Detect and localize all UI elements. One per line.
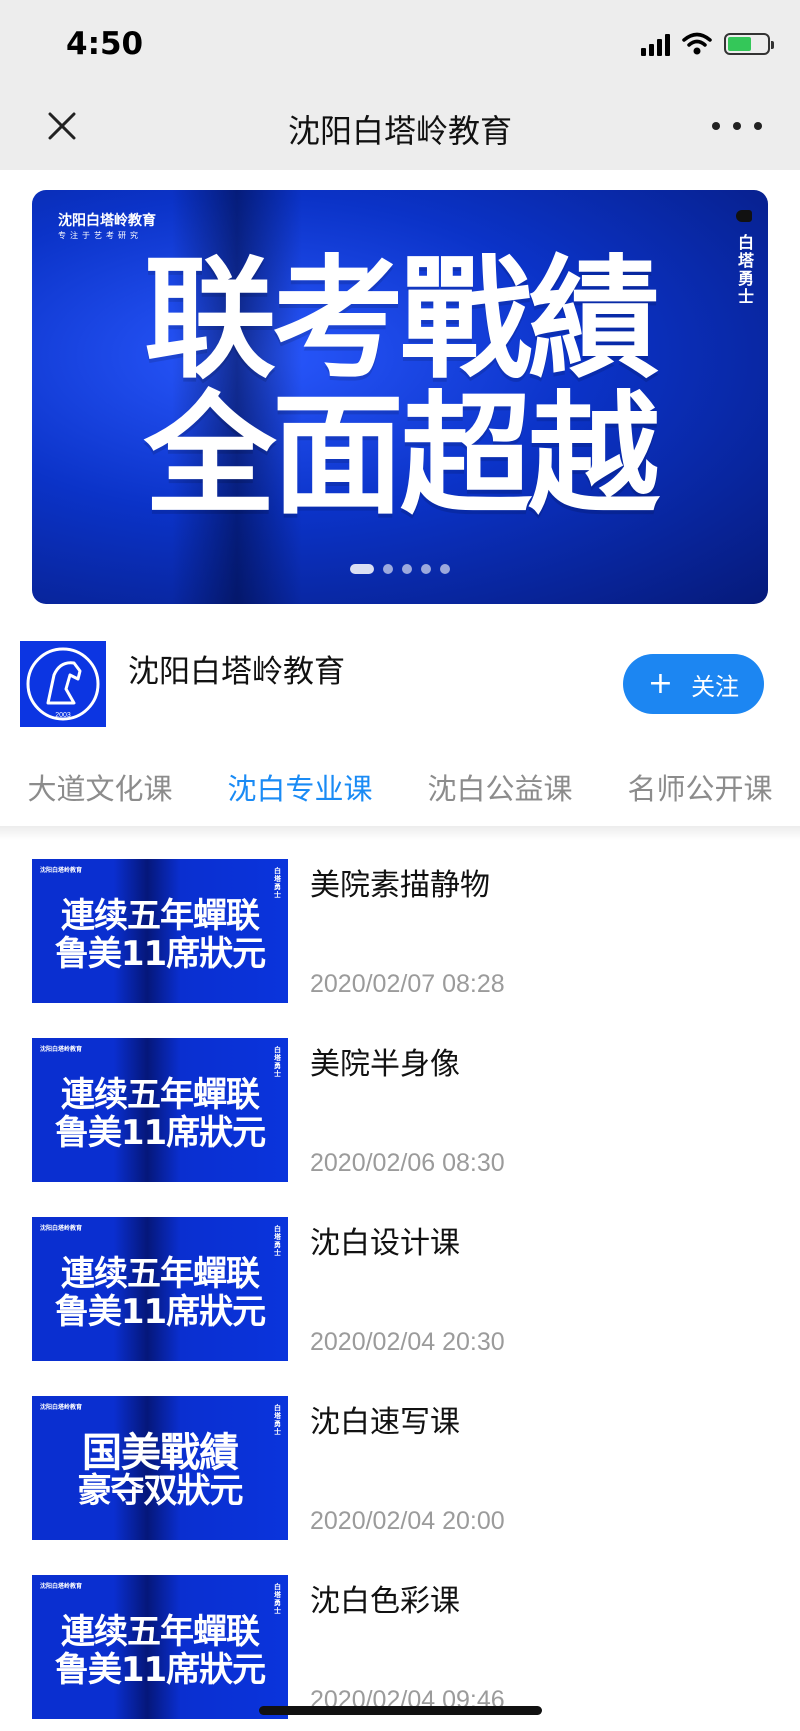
thumb-side-text: 白塔勇士: [274, 1404, 281, 1436]
thumb-side-text: 白塔勇士: [274, 867, 281, 899]
logo-year: 2003: [55, 712, 71, 719]
article-date: 2020/02/07 08:28: [310, 970, 505, 998]
thumb-line1: 連续五年蟬联: [61, 1075, 260, 1115]
banner-brand-sub: 专注于艺考研究: [58, 231, 142, 240]
article-title: 美院素描静物: [310, 868, 490, 903]
carousel-dot[interactable]: [440, 564, 450, 574]
tabs-divider: [0, 826, 800, 840]
tab-public-welfare[interactable]: 沈白公益课: [400, 762, 600, 822]
thumb-line2: 鲁美11席狀元: [54, 1292, 266, 1332]
thumb-side-text: 白塔勇士: [274, 1583, 281, 1615]
wifi-icon: [682, 32, 712, 55]
category-tabs: 大道文化课 沈白专业课 沈白公益课 名师公开课: [0, 762, 800, 822]
thumb-brand: 沈阳白塔岭教育: [40, 1225, 83, 1232]
tab-open-class[interactable]: 名师公开课: [600, 762, 800, 822]
banner-carousel[interactable]: 沈阳白塔岭教育 专注于艺考研究 白塔勇士 联考戰績 全面超越: [32, 190, 768, 604]
signal-icon: [641, 32, 670, 56]
page-title: 沈阳白塔岭教育: [287, 112, 512, 150]
carousel-dot[interactable]: [402, 564, 412, 574]
article-thumbnail: 沈阳白塔岭教育 白塔勇士 連续五年蟬联 鲁美11席狀元: [32, 1217, 288, 1361]
thumb-side-text: 白塔勇士: [274, 1046, 281, 1078]
thumb-line1: 国美戰績: [82, 1430, 239, 1476]
horse-logo-icon: 2003: [26, 647, 100, 721]
top-bar: 4:50 沈阳白塔岭教育: [0, 0, 800, 170]
thumb-line1: 連续五年蟬联: [61, 896, 260, 936]
article-title: 沈白色彩课: [310, 1584, 460, 1619]
horse-logo-icon: [736, 210, 752, 222]
tab-culture[interactable]: 大道文化课: [0, 762, 200, 822]
avatar[interactable]: 2003: [20, 641, 106, 727]
thumb-brand: 沈阳白塔岭教育: [40, 1046, 83, 1053]
list-item[interactable]: 沈阳白塔岭教育 白塔勇士 連续五年蟬联 鲁美11席狀元 沈白设计课 2020/0…: [0, 1214, 800, 1393]
thumb-brand: 沈阳白塔岭教育: [40, 1404, 83, 1411]
article-title: 美院半身像: [310, 1047, 460, 1082]
thumb-brand: 沈阳白塔岭教育: [40, 867, 83, 874]
battery-icon: [724, 33, 774, 55]
carousel-dots: [32, 564, 768, 574]
article-date: 2020/02/04 20:30: [310, 1328, 505, 1356]
list-item[interactable]: 沈阳白塔岭教育 白塔勇士 連续五年蟬联 鲁美11席狀元 美院素描静物 2020/…: [0, 856, 800, 1035]
list-item[interactable]: 沈阳白塔岭教育 白塔勇士 国美戰績 豪夺双狀元 沈白速写课 2020/02/04…: [0, 1393, 800, 1572]
article-thumbnail: 沈阳白塔岭教育 白塔勇士 連续五年蟬联 鲁美11席狀元: [32, 1038, 288, 1182]
status-time: 4:50: [66, 26, 144, 62]
banner-brand: 沈阳白塔岭教育: [58, 213, 156, 229]
home-indicator[interactable]: [259, 1706, 542, 1715]
article-date: 2020/02/04 20:00: [310, 1507, 505, 1535]
thumb-line1: 連续五年蟬联: [61, 1612, 260, 1652]
article-thumbnail: 沈阳白塔岭教育 白塔勇士 連续五年蟬联 鲁美11席狀元: [32, 1575, 288, 1719]
banner-headline-line2: 全面超越: [144, 379, 660, 533]
thumb-brand: 沈阳白塔岭教育: [40, 1583, 83, 1590]
thumb-line2: 鲁美11席狀元: [54, 1113, 266, 1153]
status-icons: [641, 32, 774, 56]
article-thumbnail: 沈阳白塔岭教育 白塔勇士 連续五年蟬联 鲁美11席狀元: [32, 859, 288, 1003]
article-title: 沈白速写课: [310, 1405, 460, 1440]
thumb-line2: 鲁美11席狀元: [54, 1650, 266, 1690]
article-list: 沈阳白塔岭教育 白塔勇士 連续五年蟬联 鲁美11席狀元 美院素描静物 2020/…: [0, 856, 800, 1731]
thumb-side-text: 白塔勇士: [274, 1225, 281, 1257]
article-date: 2020/02/06 08:30: [310, 1149, 505, 1177]
list-item[interactable]: 沈阳白塔岭教育 白塔勇士 連续五年蟬联 鲁美11席狀元 美院半身像 2020/0…: [0, 1035, 800, 1214]
follow-label: 关注: [691, 672, 740, 701]
follow-button[interactable]: + 关注: [623, 654, 764, 714]
plus-icon: +: [647, 666, 674, 701]
tab-professional[interactable]: 沈白专业课: [200, 762, 400, 822]
carousel-dot-active[interactable]: [350, 564, 374, 574]
thumb-line2: 鲁美11席狀元: [54, 934, 266, 974]
thumb-line2: 豪夺双狀元: [77, 1471, 244, 1511]
thumb-line1: 連续五年蟬联: [61, 1254, 260, 1294]
article-title: 沈白设计课: [310, 1226, 460, 1261]
article-thumbnail: 沈阳白塔岭教育 白塔勇士 国美戰績 豪夺双狀元: [32, 1396, 288, 1540]
account-name: 沈阳白塔岭教育: [128, 654, 345, 690]
more-icon[interactable]: [712, 110, 762, 142]
banner-headline-line1: 联考戰績: [144, 243, 660, 397]
carousel-dot[interactable]: [383, 564, 393, 574]
carousel-dot[interactable]: [421, 564, 431, 574]
